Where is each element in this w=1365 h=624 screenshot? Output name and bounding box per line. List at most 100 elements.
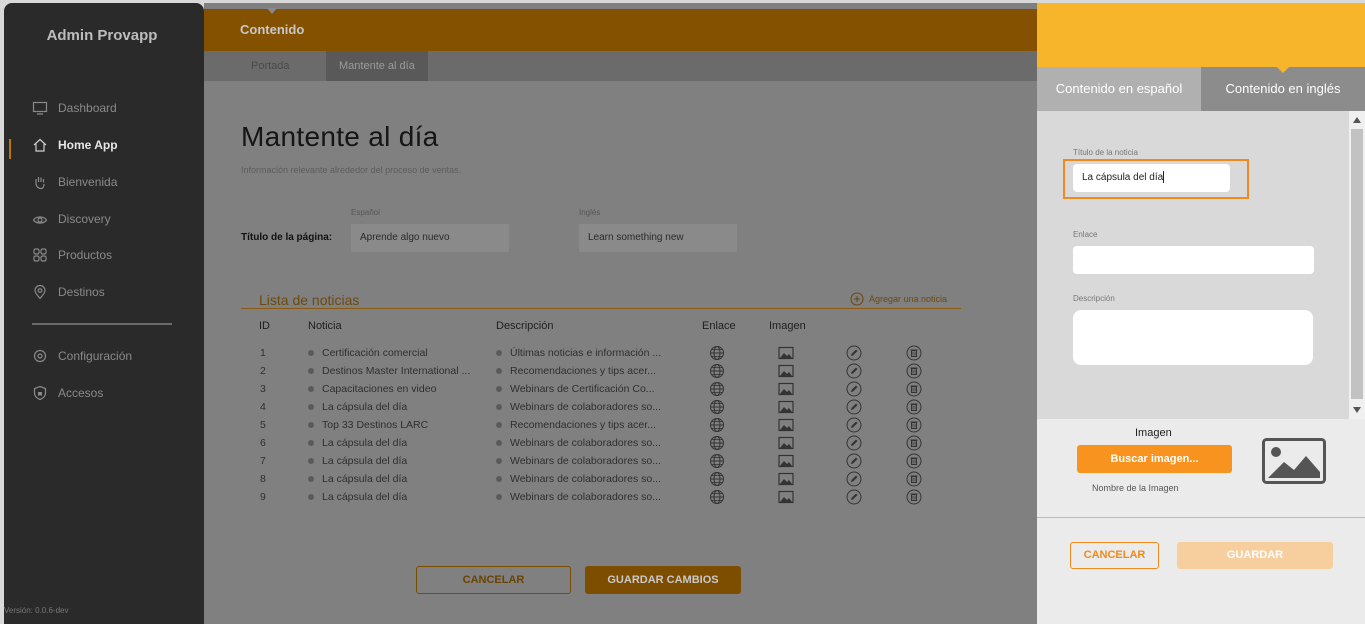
edit-icon[interactable] <box>846 381 862 397</box>
table-row: 5 Top 33 Destinos LARC Recomendaciones y t… <box>204 417 1037 435</box>
edit-icon[interactable] <box>846 345 862 361</box>
table-row: 6 La cápsula del día Webinars de colaborad… <box>204 435 1037 453</box>
edit-icon[interactable] <box>846 471 862 487</box>
row-descripcion-text: Recomendaciones y tips acer... <box>510 419 656 431</box>
row-id: 8 <box>260 473 266 485</box>
news-title-input[interactable]: La cápsula del día <box>1073 164 1230 192</box>
sidebar-item-discovery[interactable]: Discovery <box>32 209 111 229</box>
list-divider <box>241 308 961 309</box>
trash-icon[interactable] <box>906 345 922 361</box>
sidebar: Admin Provapp Dashboard Home App Bienven… <box>4 3 204 624</box>
row-noticia-text: La cápsula del día <box>322 455 408 467</box>
scroll-down-icon[interactable] <box>1353 407 1361 413</box>
globe-icon[interactable] <box>709 471 725 487</box>
edit-icon[interactable] <box>846 399 862 415</box>
image-icon[interactable] <box>778 346 794 362</box>
sidebar-item-dashboard[interactable]: Dashboard <box>32 98 117 118</box>
active-indicator <box>9 139 11 159</box>
title-en-input[interactable]: Learn something new <box>579 224 737 252</box>
col-enlace: Enlace <box>702 320 736 332</box>
bullet-icon <box>308 440 314 447</box>
add-news-button[interactable]: Agregar una noticia <box>850 292 947 306</box>
browse-image-button[interactable]: Buscar imagen... <box>1077 445 1232 473</box>
globe-icon[interactable] <box>709 489 725 505</box>
sidebar-item-label: Destinos <box>58 285 105 299</box>
grid-icon <box>32 247 48 263</box>
row-noticia: Capacitaciones en video <box>308 383 478 395</box>
link-input[interactable] <box>1073 246 1314 274</box>
save-changes-button[interactable]: GUARDAR CAMBIOS <box>585 566 741 594</box>
image-icon[interactable] <box>778 436 794 452</box>
bullet-icon <box>496 404 502 411</box>
tab-portada[interactable]: Portada <box>238 51 303 81</box>
trash-icon[interactable] <box>906 435 922 451</box>
trash-icon[interactable] <box>906 381 922 397</box>
row-descripcion: Webinars de colaboradores so... <box>496 473 671 485</box>
col-noticia: Noticia <box>308 320 342 332</box>
row-noticia: La cápsula del día <box>308 491 478 503</box>
sidebar-item-destinos[interactable]: Destinos <box>32 282 105 302</box>
panel-save-button[interactable]: GUARDAR <box>1177 542 1333 569</box>
tab-contenido-espanol[interactable]: Contenido en español <box>1037 67 1201 111</box>
image-icon[interactable] <box>778 454 794 470</box>
edit-icon[interactable] <box>846 453 862 469</box>
row-noticia: La cápsula del día <box>308 473 478 485</box>
panel-cancel-button[interactable]: CANCELAR <box>1070 542 1159 569</box>
sidebar-item-bienvenida[interactable]: Bienvenida <box>32 172 117 192</box>
trash-icon[interactable] <box>906 453 922 469</box>
sidebar-item-accesos[interactable]: Accesos <box>32 383 103 403</box>
sidebar-item-home-app[interactable]: Home App <box>32 135 118 155</box>
row-id: 1 <box>260 347 266 359</box>
image-icon[interactable] <box>778 364 794 380</box>
row-descripcion-text: Webinars de colaboradores so... <box>510 473 661 485</box>
cancel-button[interactable]: CANCELAR <box>416 566 571 594</box>
col-descripcion: Descripción <box>496 320 554 332</box>
app-root: Admin Provapp Dashboard Home App Bienven… <box>0 0 1365 624</box>
scroll-thumb[interactable] <box>1351 129 1363 399</box>
globe-icon[interactable] <box>709 399 725 415</box>
row-noticia: La cápsula del día <box>308 455 478 467</box>
globe-icon[interactable] <box>709 453 725 469</box>
image-icon[interactable] <box>778 400 794 416</box>
table-row: 7 La cápsula del día Webinars de colaborad… <box>204 453 1037 471</box>
edit-icon[interactable] <box>846 417 862 433</box>
row-id: 2 <box>260 365 266 377</box>
globe-icon[interactable] <box>709 381 725 397</box>
bullet-icon <box>496 476 502 483</box>
trash-icon[interactable] <box>906 399 922 415</box>
bullet-icon <box>308 476 314 483</box>
globe-icon[interactable] <box>709 435 725 451</box>
trash-icon[interactable] <box>906 363 922 379</box>
scroll-up-icon[interactable] <box>1353 117 1361 123</box>
globe-icon[interactable] <box>709 363 725 379</box>
trash-icon[interactable] <box>906 471 922 487</box>
section-title: Contenido <box>240 22 305 37</box>
row-descripcion: Últimas noticias e información ... <box>496 347 671 359</box>
gear-icon <box>32 348 48 364</box>
trash-icon[interactable] <box>906 417 922 433</box>
panel-scrollbar[interactable] <box>1349 111 1365 419</box>
globe-icon[interactable] <box>709 345 725 361</box>
edit-icon[interactable] <box>846 489 862 505</box>
globe-icon[interactable] <box>709 417 725 433</box>
edit-icon[interactable] <box>846 363 862 379</box>
image-name-label: Nombre de la Imagen <box>1092 483 1179 493</box>
image-icon[interactable] <box>778 472 794 488</box>
row-descripcion: Webinars de colaboradores so... <box>496 401 671 413</box>
title-es-input[interactable]: Aprende algo nuevo <box>351 224 509 252</box>
sidebar-item-productos[interactable]: Productos <box>32 245 112 265</box>
row-noticia: Certificación comercial <box>308 347 478 359</box>
sidebar-item-configuracion[interactable]: Configuración <box>32 346 132 366</box>
edit-icon[interactable] <box>846 435 862 451</box>
sidebar-item-label: Configuración <box>58 349 133 363</box>
image-icon[interactable] <box>778 490 794 506</box>
panel-tabs: Contenido en español Contenido en inglés <box>1037 67 1365 111</box>
tab-contenido-ingles[interactable]: Contenido en inglés <box>1201 67 1365 111</box>
description-input[interactable] <box>1073 310 1313 365</box>
tab-label: Contenido en inglés <box>1225 81 1341 96</box>
trash-icon[interactable] <box>906 489 922 505</box>
image-icon[interactable] <box>778 382 794 398</box>
tab-mantente-al-dia[interactable]: Mantente al día <box>326 51 428 81</box>
image-icon[interactable] <box>778 418 794 434</box>
row-descripcion-text: Recomendaciones y tips acer... <box>510 365 656 377</box>
